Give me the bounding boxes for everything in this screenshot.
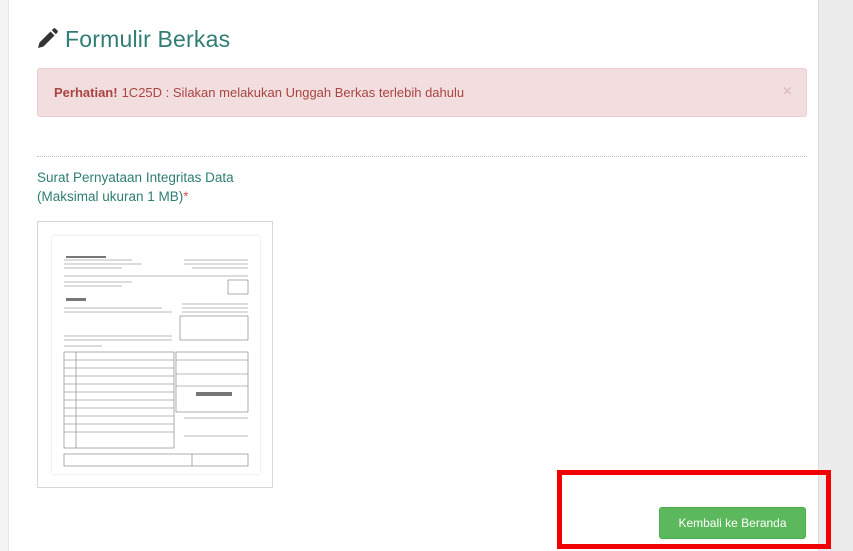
alert-strong: Perhatian! — [54, 85, 118, 100]
required-marker: * — [183, 189, 189, 204]
divider — [37, 156, 807, 157]
form-title: Formulir Berkas — [65, 25, 231, 52]
document-page-graphic — [63, 256, 249, 467]
field-label-line1: Surat Pernyataan Integritas Data — [37, 170, 234, 185]
field-label: Surat Pernyataan Integritas Data (Maksim… — [37, 168, 234, 206]
document-thumbnail — [52, 236, 260, 474]
alert-message: 1C25D : Silakan melakukan Unggah Berkas … — [121, 85, 465, 100]
warning-alert: Perhatian! 1C25D : Silakan melakukan Ung… — [37, 68, 807, 117]
highlight-box — [557, 470, 831, 549]
close-icon[interactable]: × — [783, 83, 792, 101]
pencil-icon — [38, 28, 58, 48]
document-preview[interactable] — [37, 221, 273, 488]
left-margin — [0, 0, 8, 551]
field-label-line2: (Maksimal ukuran 1 MB) — [37, 189, 184, 204]
right-margin — [820, 0, 853, 551]
form-card: Formulir Berkas Perhatian! 1C25D : Silak… — [8, 0, 819, 551]
page-title: Formulir Berkas — [35, 22, 230, 56]
